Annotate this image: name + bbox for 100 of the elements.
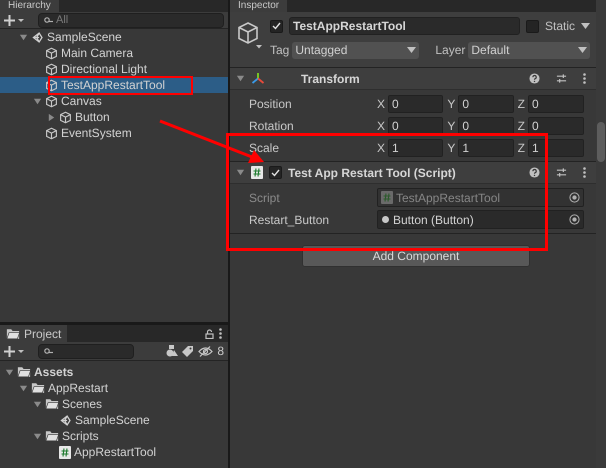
item-label: TestAppRestartTool: [61, 78, 166, 92]
active-checkbox[interactable]: [270, 20, 283, 32]
presets-icon[interactable]: [556, 73, 567, 84]
folder-icon: [31, 382, 45, 394]
help-icon[interactable]: [529, 167, 540, 178]
tag-label: Tag: [270, 42, 290, 59]
add-icon[interactable]: [4, 14, 24, 26]
tree-item[interactable]: AppRestartTool: [0, 444, 228, 460]
transform-axes-icon: [251, 72, 265, 85]
unity-logo-icon: [59, 414, 72, 426]
folder-icon: [45, 430, 59, 442]
panel-tab[interactable]: Inspector: [230, 0, 288, 12]
tree-item[interactable]: AppRestart: [0, 380, 228, 396]
field-value: Button (Button): [393, 212, 475, 228]
tree-item[interactable]: Canvas: [0, 93, 228, 109]
tree-item[interactable]: TestAppRestartTool: [0, 77, 228, 93]
cube-icon[interactable]: [236, 21, 262, 51]
component-header[interactable]: Transform: [230, 68, 596, 90]
help-icon[interactable]: [529, 73, 540, 84]
number-field[interactable]: 0: [528, 94, 584, 112]
expanded-arrow-icon[interactable]: [32, 96, 42, 106]
property-label: Position: [249, 96, 293, 112]
number-field[interactable]: 0: [458, 94, 514, 112]
tree-item[interactable]: Scripts: [0, 428, 228, 444]
tree-item[interactable]: EventSystem: [0, 125, 228, 141]
hidden-count: 8: [217, 343, 224, 360]
object-picker-icon[interactable]: [569, 214, 580, 225]
cube-icon: [45, 126, 58, 140]
axis-label: Z: [518, 96, 525, 112]
presets-icon[interactable]: [556, 167, 567, 178]
number-field[interactable]: 0: [388, 116, 444, 134]
property-label: Scale: [249, 140, 280, 156]
axis-label: Y: [447, 96, 456, 112]
hidden-eye-icon[interactable]: [198, 346, 214, 356]
more-icon[interactable]: [583, 167, 586, 178]
panel-tab[interactable]: Project: [0, 325, 68, 342]
search-field[interactable]: [38, 344, 134, 358]
tree-item[interactable]: Scenes: [0, 396, 228, 412]
property-label: Rotation: [249, 118, 295, 134]
component-header[interactable]: Test App Restart Tool (Script): [230, 162, 596, 184]
axis-label: X: [377, 118, 386, 134]
expanded-arrow-icon[interactable]: [18, 32, 28, 42]
number-field[interactable]: 0: [458, 116, 514, 134]
axis-label: Y: [447, 118, 456, 134]
tree-item[interactable]: Button: [0, 109, 228, 125]
cube-icon: [45, 46, 58, 60]
folder-icon: [45, 398, 59, 410]
component-dot-icon: [381, 215, 390, 224]
static-checkbox[interactable]: [526, 20, 539, 32]
expanded-arrow-icon[interactable]: [32, 432, 42, 440]
component-title: Test App Restart Tool (Script): [288, 164, 456, 182]
item-label: Scripts: [62, 430, 99, 442]
tag-icon[interactable]: [182, 345, 194, 357]
number-field[interactable]: 1: [528, 138, 584, 156]
item-label: AppRestart: [48, 382, 108, 394]
item-label: Main Camera: [61, 46, 134, 60]
component-title: Transform: [301, 70, 360, 88]
name-field[interactable]: TestAppRestartTool: [289, 17, 520, 35]
collapsed-arrow-icon[interactable]: [46, 112, 56, 122]
object-picker-icon[interactable]: [569, 192, 580, 203]
tree-item[interactable]: Assets: [0, 364, 228, 380]
object-field[interactable]: Button (Button): [377, 210, 584, 229]
add-icon[interactable]: [4, 346, 24, 356]
cube-icon: [45, 94, 58, 108]
panel-tab[interactable]: Hierarchy: [0, 0, 59, 12]
lock-icon[interactable]: [205, 328, 214, 338]
property-label: Restart_Button: [249, 212, 330, 228]
search-icon: [44, 16, 53, 24]
layer-dropdown[interactable]: Default: [468, 42, 590, 58]
axis-label: Y: [447, 140, 456, 156]
tree-item[interactable]: SampleScene: [0, 29, 228, 45]
item-label: SampleScene: [75, 414, 150, 426]
tree-item[interactable]: Main Camera: [0, 45, 228, 61]
number-field[interactable]: 1: [458, 138, 514, 156]
expanded-arrow-icon[interactable]: [236, 74, 245, 83]
number-field[interactable]: 0: [388, 94, 444, 112]
item-label: SampleScene: [47, 30, 122, 44]
folder-icon: [17, 366, 31, 378]
caret-icon: [407, 47, 416, 53]
tree-item[interactable]: Directional Light: [0, 61, 228, 77]
property-label: Script: [249, 190, 281, 206]
number-field[interactable]: 0: [528, 116, 584, 134]
cube-icon: [59, 110, 72, 124]
more-icon[interactable]: [583, 73, 586, 84]
expanded-arrow-icon[interactable]: [236, 168, 245, 177]
item-label: Assets: [34, 366, 74, 378]
folder-icon: [6, 328, 20, 340]
tree-item[interactable]: SampleScene: [0, 412, 228, 428]
script-icon: [59, 446, 71, 458]
number-field[interactable]: 1: [388, 138, 444, 156]
item-label: Scenes: [62, 398, 102, 410]
item-label: Canvas: [61, 94, 102, 108]
tag-dropdown[interactable]: Untagged: [292, 42, 420, 58]
more-icon[interactable]: [219, 328, 222, 339]
caret-icon: [581, 23, 590, 29]
axis-label: Z: [518, 140, 525, 156]
enabled-checkbox[interactable]: [269, 166, 282, 179]
shapes-icon[interactable]: [166, 345, 178, 357]
search-field[interactable]: All: [38, 12, 224, 28]
layer-label: Layer: [435, 42, 466, 59]
